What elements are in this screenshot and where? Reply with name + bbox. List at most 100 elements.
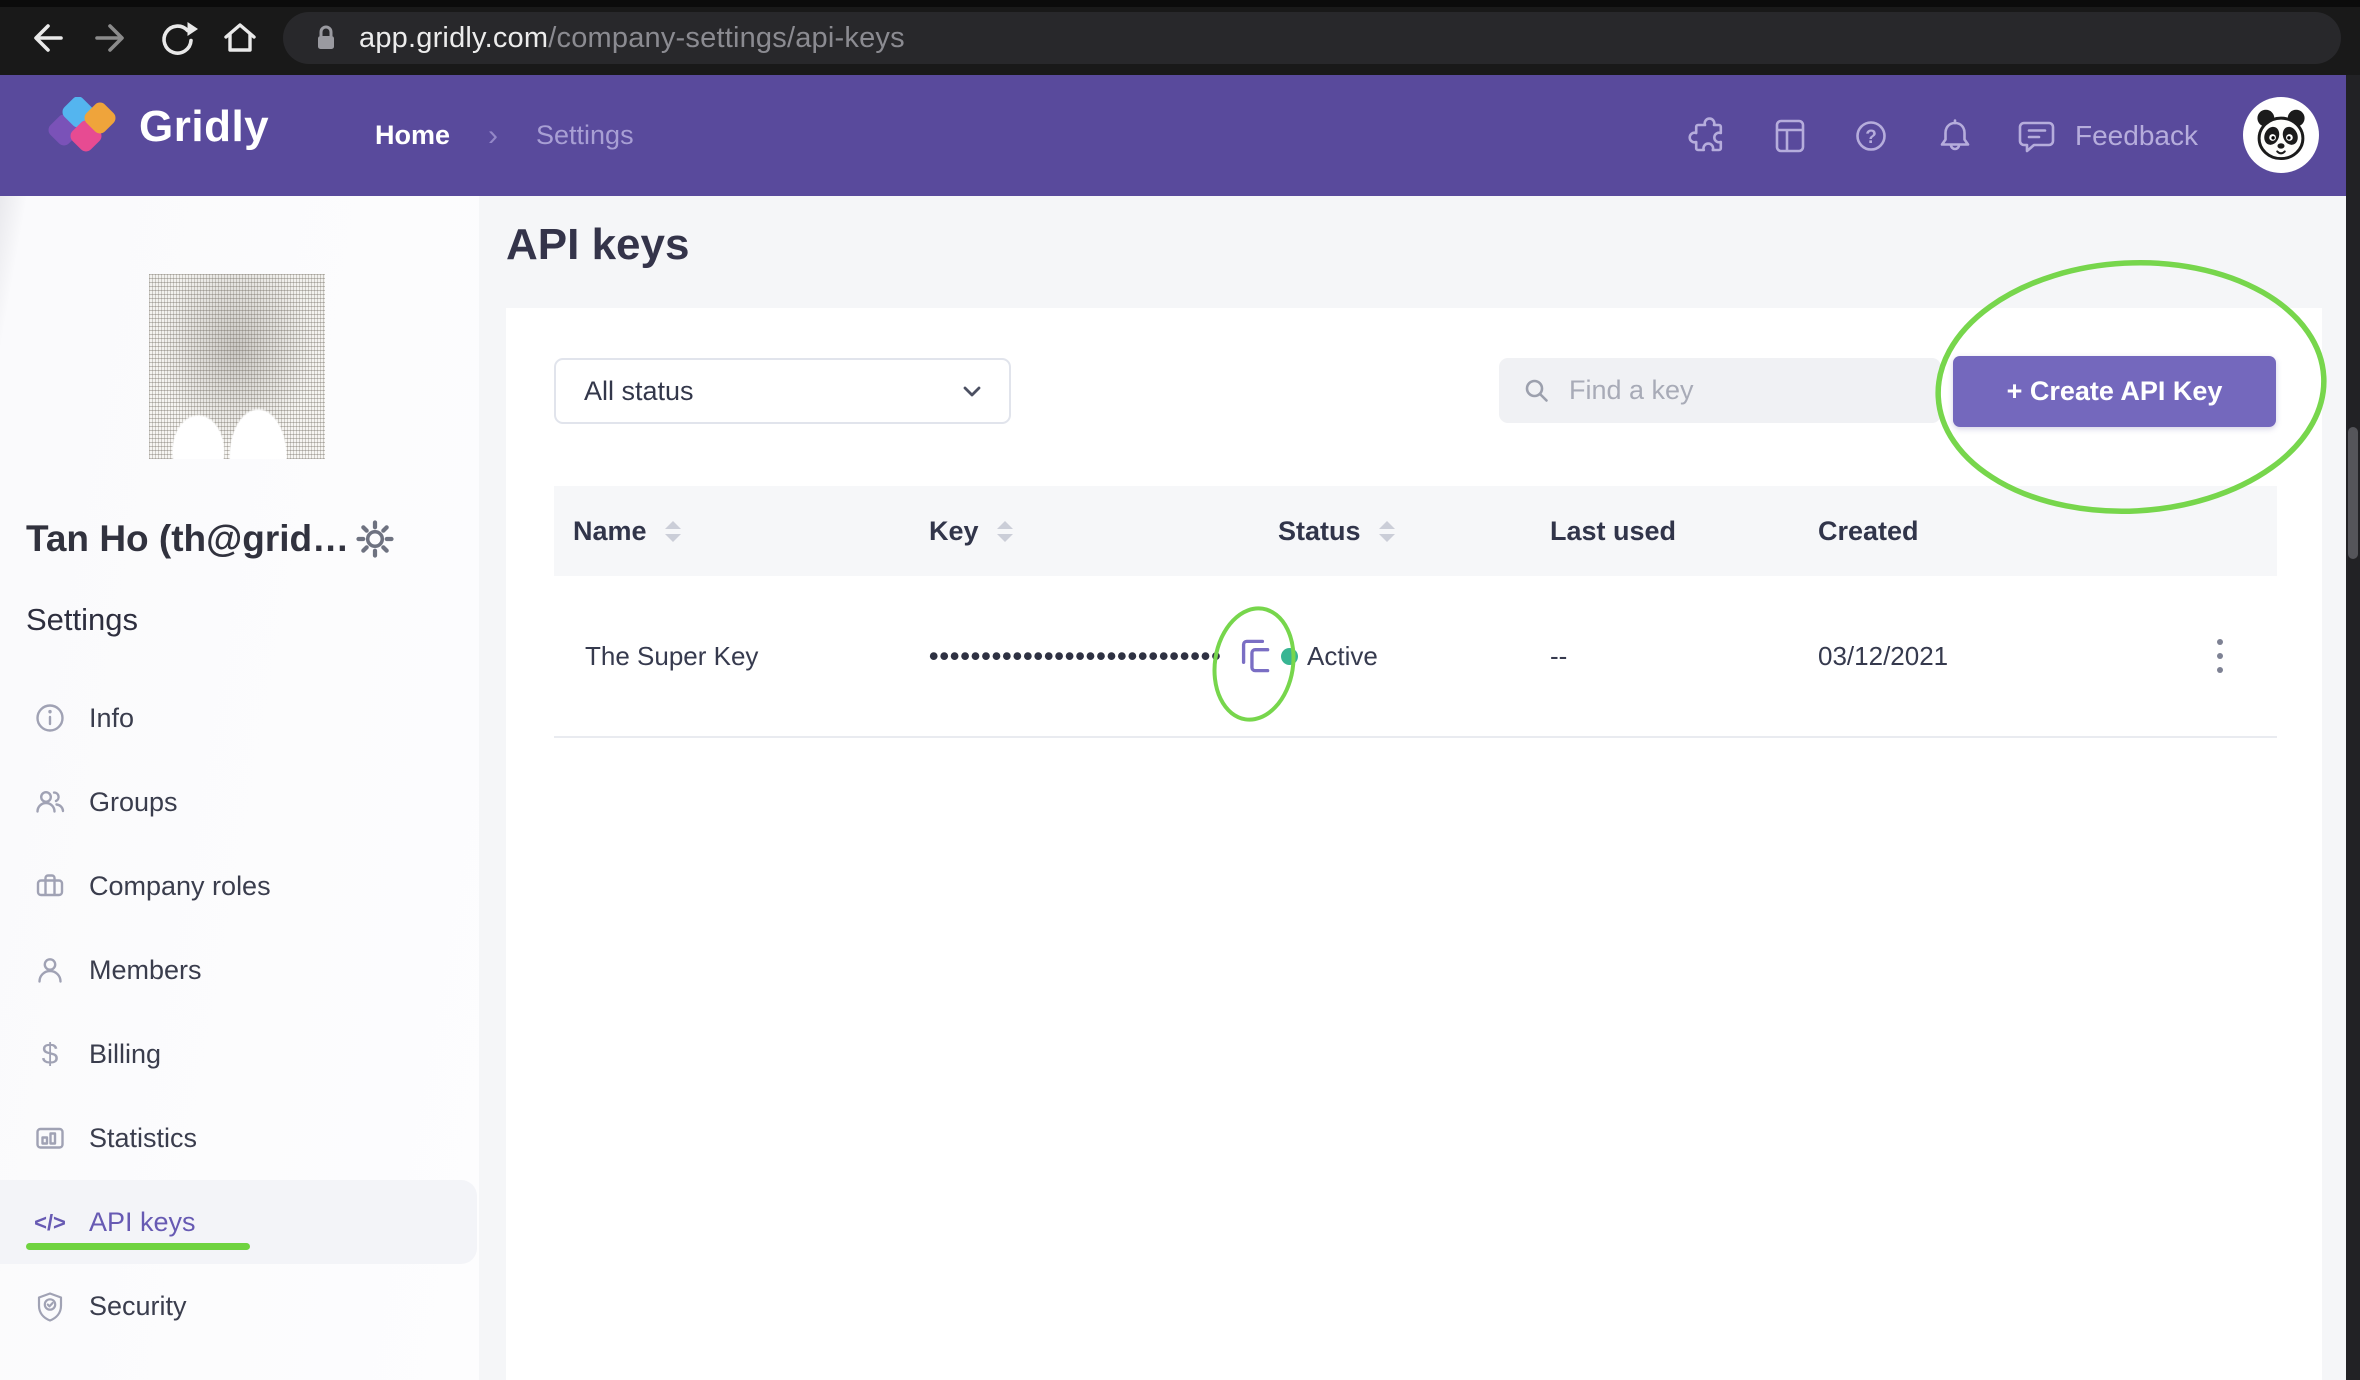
sidebar-item-api-keys[interactable]: </> API keys — [0, 1180, 477, 1264]
browser-toolbar: app.gridly.com/company-settings/api-keys — [0, 0, 2360, 75]
status-cell: Active — [1307, 576, 1378, 736]
sidebar-item-label: Company roles — [89, 871, 271, 902]
column-header-status: Status — [1278, 486, 1395, 576]
sidebar-item-label: Security — [89, 1291, 187, 1322]
sort-icon[interactable] — [1379, 521, 1395, 542]
feedback-chat-icon — [2013, 114, 2059, 158]
statistics-icon — [33, 1121, 67, 1155]
column-header-key: Key — [929, 486, 1013, 576]
column-header-created: Created — [1818, 486, 1919, 576]
sidebar-item-label: API keys — [89, 1207, 196, 1238]
gear-icon[interactable] — [355, 519, 395, 559]
feedback-label: Feedback — [2075, 120, 2198, 152]
column-label: Key — [929, 516, 979, 547]
breadcrumb-separator: › — [488, 119, 498, 153]
scrollbar-track[interactable] — [2346, 75, 2360, 1380]
url-host: app.gridly.com — [359, 22, 548, 54]
puzzle-icon — [1686, 114, 1730, 158]
notifications-button[interactable] — [1932, 113, 1978, 159]
search-icon — [1523, 377, 1551, 405]
search-input[interactable] — [1567, 374, 1901, 407]
chevron-down-icon — [959, 378, 985, 404]
table-header: Name Key Status Last used Created — [554, 486, 2277, 577]
layout-panel-button[interactable] — [1767, 113, 1813, 159]
scrollbar-thumb[interactable] — [2348, 427, 2358, 559]
sidebar-item-statistics[interactable]: Statistics — [0, 1096, 479, 1180]
sidebar-item-label: Statistics — [89, 1123, 197, 1154]
column-label: Name — [573, 516, 647, 547]
sidebar-item-label: Groups — [89, 787, 178, 818]
sort-icon[interactable] — [997, 521, 1013, 542]
sidebar-item-info[interactable]: Info — [0, 676, 479, 760]
column-label: Status — [1278, 516, 1361, 547]
sidebar-item-label: Info — [89, 703, 134, 734]
search-box — [1499, 358, 1941, 423]
browser-home-button[interactable] — [216, 14, 264, 62]
browser-reload-button[interactable] — [152, 14, 200, 62]
sidebar-item-label: Members — [89, 955, 202, 986]
integrations-button[interactable] — [1685, 113, 1731, 159]
row-actions-menu-button[interactable] — [2200, 576, 2240, 736]
window-top-edge — [0, 0, 2360, 7]
svg-text:?: ? — [1865, 127, 1877, 148]
breadcrumb-home[interactable]: Home — [375, 120, 450, 151]
member-icon — [33, 953, 67, 987]
sidebar-item-company-roles[interactable]: Company roles — [0, 844, 479, 928]
app-header: Gridly Home › Settings ? — [0, 75, 2360, 196]
sidebar-item-members[interactable]: Members — [0, 928, 479, 1012]
svg-text:$: $ — [42, 1038, 59, 1071]
column-header-last-used: Last used — [1550, 486, 1676, 576]
column-header-name: Name — [573, 486, 681, 576]
url-path: /company-settings/api-keys — [548, 22, 905, 54]
url-bar[interactable]: app.gridly.com/company-settings/api-keys — [283, 12, 2341, 64]
api-keys-card: All status + Create API Key Name Key Sta… — [506, 308, 2322, 1380]
last-used-cell: -- — [1550, 576, 1567, 736]
page-title: API keys — [506, 220, 689, 270]
status-dot — [1281, 576, 1298, 736]
panda-avatar-icon — [2249, 103, 2313, 167]
lock-icon — [309, 21, 343, 55]
created-cell: 03/12/2021 — [1818, 576, 1948, 736]
dollar-icon: $ — [33, 1037, 67, 1071]
help-button[interactable]: ? — [1848, 113, 1894, 159]
annotation-underline — [26, 1243, 250, 1250]
gridly-app-window: app.gridly.com/company-settings/api-keys… — [0, 0, 2360, 1380]
info-icon — [33, 701, 67, 735]
key-name-cell: The Super Key — [585, 576, 758, 736]
briefcase-icon — [33, 869, 67, 903]
shield-icon — [33, 1289, 67, 1323]
masked-key-cell: •••••••••••••••••••••••••••• — [929, 576, 1222, 736]
status-filter-dropdown[interactable]: All status — [554, 358, 1011, 424]
sidebar-item-groups[interactable]: Groups — [0, 760, 479, 844]
feedback-button[interactable]: Feedback — [2013, 75, 2198, 196]
account-avatar[interactable] — [2243, 97, 2319, 173]
column-label: Created — [1818, 516, 1919, 547]
layout-panel-icon — [1768, 114, 1812, 158]
sidebar-item-security[interactable]: Security — [0, 1264, 479, 1348]
column-label: Last used — [1550, 516, 1676, 547]
user-name: Tan Ho (th@grid… — [26, 518, 349, 560]
code-icon: </> — [33, 1205, 67, 1239]
svg-text:</>: </> — [34, 1210, 66, 1235]
status-filter-value: All status — [584, 376, 959, 407]
browser-forward-button[interactable] — [88, 14, 136, 62]
sidebar-item-label: Billing — [89, 1039, 161, 1070]
table-row[interactable]: The Super Key ••••••••••••••••••••••••••… — [554, 576, 2277, 738]
user-avatar-image — [149, 274, 325, 459]
sidebar-item-billing[interactable]: $ Billing — [0, 1012, 479, 1096]
bell-icon — [1933, 114, 1977, 158]
browser-back-button[interactable] — [22, 14, 70, 62]
breadcrumb-current: Settings — [536, 120, 634, 151]
brand-name: Gridly — [139, 102, 269, 152]
sidebar-section-title: Settings — [26, 602, 138, 638]
gridly-logo[interactable]: Gridly — [45, 97, 269, 157]
sort-icon[interactable] — [665, 521, 681, 542]
copy-icon — [1230, 633, 1276, 679]
breadcrumb: Home › Settings — [375, 75, 634, 196]
gridly-logo-mark — [45, 97, 125, 157]
copy-key-button[interactable] — [1230, 576, 1276, 736]
create-api-key-button[interactable]: + Create API Key — [1953, 356, 2276, 427]
settings-sidebar: Tan Ho (th@grid… Settings Info — [0, 196, 479, 1380]
help-icon: ? — [1849, 114, 1893, 158]
groups-icon — [33, 785, 67, 819]
